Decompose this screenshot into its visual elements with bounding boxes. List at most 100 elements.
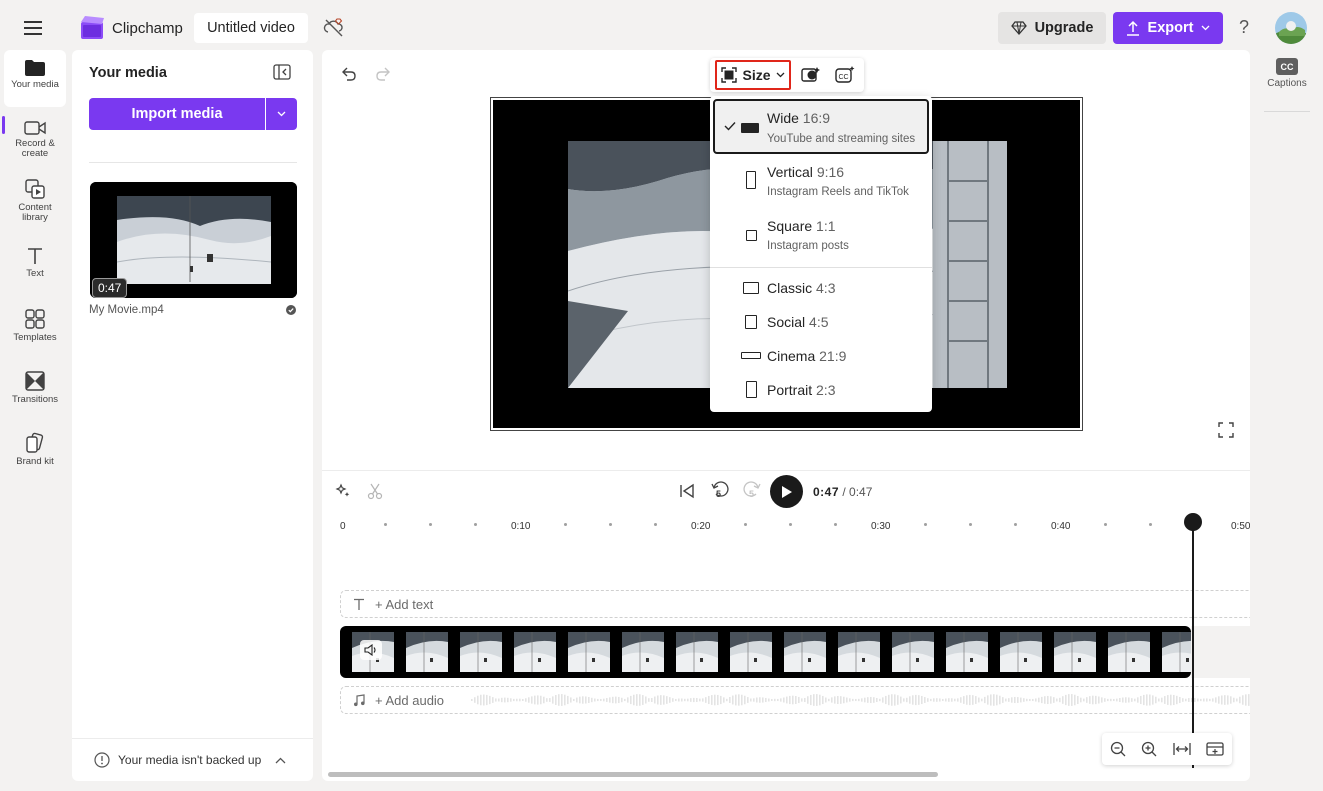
size-option-name: Portrait: [767, 382, 813, 398]
size-option-classic[interactable]: Classic 4:3: [713, 274, 929, 304]
waveform-bar: [1035, 698, 1037, 702]
size-option-portrait[interactable]: Portrait 2:3: [713, 376, 929, 406]
waveform-bar: [636, 694, 638, 706]
waveform-bar: [1062, 696, 1064, 704]
waveform-bar: [882, 697, 884, 703]
waveform-bar: [1065, 694, 1067, 706]
waveform-bar: [519, 698, 521, 702]
collapse-panel-icon[interactable]: [273, 64, 291, 80]
import-media-button[interactable]: Import media: [89, 98, 265, 130]
playback-time: 0:47 / 0:47: [813, 485, 872, 499]
waveform-bar: [672, 698, 674, 702]
import-media-dropdown-button[interactable]: [266, 98, 297, 130]
waveform-bar: [945, 698, 947, 702]
waveform-bar: [543, 696, 545, 704]
backup-notice[interactable]: Your media isn't backed up: [94, 752, 286, 768]
export-button[interactable]: Export: [1113, 12, 1223, 44]
nav-content-library[interactable]: Content library: [4, 178, 66, 223]
size-button[interactable]: Size: [715, 60, 791, 90]
timeline-scrollbar[interactable]: [328, 772, 938, 777]
waveform-bar: [1197, 698, 1199, 702]
cloud-sync-off-icon[interactable]: [322, 16, 346, 40]
media-panel: Your media Import media 0:47 My Movie.mp…: [72, 50, 313, 781]
undo-icon[interactable]: [340, 65, 358, 83]
add-text-track[interactable]: + Add text: [340, 590, 1250, 618]
filmstrip-frame: [514, 632, 556, 672]
waveform-bar: [507, 697, 509, 703]
ai-tools-icon[interactable]: CC: [834, 65, 856, 85]
chevron-down-icon: [277, 111, 286, 117]
waveform-bar: [852, 698, 854, 702]
waveform-bar: [837, 695, 839, 705]
nav-transitions[interactable]: Transitions: [4, 370, 66, 405]
waveform-bar: [969, 694, 971, 706]
track-settings-icon[interactable]: [1206, 742, 1224, 756]
captions-button[interactable]: CC Captions: [1262, 58, 1312, 89]
playhead-handle[interactable]: [1184, 513, 1202, 531]
nav-brand-kit[interactable]: Brand kit: [4, 432, 66, 467]
waveform-bar: [501, 697, 503, 703]
project-title-field[interactable]: Untitled video: [194, 13, 308, 43]
size-option-desc: Instagram posts: [767, 240, 849, 252]
nav-templates[interactable]: Templates: [4, 308, 66, 343]
waveform-bar: [1029, 698, 1031, 702]
filmstrip-frame: [568, 632, 610, 672]
fit-to-width-icon[interactable]: [1173, 742, 1191, 756]
size-option-social[interactable]: Social 4:5: [713, 308, 929, 338]
waveform-bar: [1023, 698, 1025, 702]
waveform-bar: [873, 697, 875, 703]
nav-record-create[interactable]: Record & create: [4, 120, 66, 159]
background-remover-icon[interactable]: [800, 65, 822, 85]
timeline: 5 5 0:47 / 0:47 0 0:10 0:20 0:30 0:40 0:…: [322, 470, 1250, 781]
waveform-bar: [771, 698, 773, 702]
waveform-bar: [1002, 697, 1004, 703]
size-option-vertical[interactable]: Vertical 9:16 Instagram Reels and TikTok: [713, 158, 929, 210]
square-shape-icon: [746, 230, 757, 241]
help-icon[interactable]: ?: [1235, 17, 1253, 39]
nav-text[interactable]: Text: [4, 246, 66, 279]
divider: [322, 470, 1250, 471]
zoom-controls: [1102, 733, 1232, 765]
waveform-bar: [789, 695, 791, 705]
zoom-in-icon[interactable]: [1141, 741, 1157, 757]
nav-your-media[interactable]: Your media: [4, 50, 66, 107]
waveform-bar: [1008, 698, 1010, 702]
upgrade-button[interactable]: Upgrade: [998, 12, 1106, 44]
size-option-ratio: 9:16: [816, 164, 845, 180]
waveform-bar: [729, 697, 731, 703]
waveform-bar: [663, 695, 665, 705]
zoom-out-icon[interactable]: [1110, 741, 1126, 757]
rewind-5-icon[interactable]: 5: [710, 480, 730, 502]
size-option-square[interactable]: Square 1:1 Instagram posts: [713, 212, 929, 264]
add-audio-track[interactable]: + Add audio: [340, 686, 1250, 714]
waveform-bar: [978, 697, 980, 703]
waveform-bar: [675, 698, 677, 702]
waveform-bar: [1149, 694, 1151, 706]
size-option-cinema[interactable]: Cinema 21:9: [713, 342, 929, 372]
video-clip[interactable]: [340, 626, 1191, 678]
fullscreen-icon[interactable]: [1218, 422, 1234, 438]
waveform-bar: [654, 696, 656, 704]
waveform-bar: [744, 695, 746, 705]
forward-seconds: 5: [749, 489, 755, 499]
waveform-bar: [948, 698, 950, 702]
waveform-bar: [669, 697, 671, 703]
clip-volume-button[interactable]: [360, 640, 382, 660]
avatar[interactable]: [1275, 12, 1307, 44]
hamburger-menu-icon[interactable]: [16, 16, 50, 40]
waveform-bar: [849, 698, 851, 702]
waveform-bar: [603, 698, 605, 702]
forward-5-icon: 5: [742, 480, 762, 502]
speaker-icon: [364, 644, 378, 656]
media-panel-title: Your media: [89, 65, 167, 81]
size-option-wide[interactable]: Wide 16:9 YouTube and streaming sites: [713, 99, 929, 154]
waveform-bar: [1086, 697, 1088, 703]
waveform-bar: [1131, 698, 1133, 702]
waveform-bar: [714, 694, 716, 706]
wide-shape-icon: [741, 123, 759, 133]
skip-to-start-icon[interactable]: [678, 482, 696, 500]
upgrade-label: Upgrade: [1034, 20, 1094, 36]
play-button[interactable]: [770, 475, 803, 508]
waveform-bar: [711, 695, 713, 705]
magic-wand-icon[interactable]: [334, 482, 352, 500]
